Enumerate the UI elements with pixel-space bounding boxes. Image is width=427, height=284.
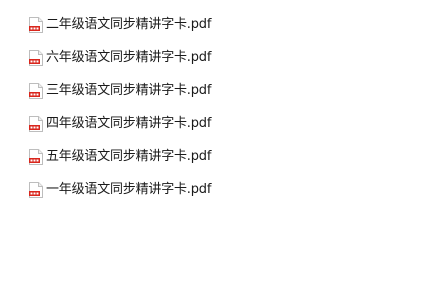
pdf-file-icon: [29, 16, 43, 33]
pdf-file-icon: [29, 181, 43, 198]
file-name: 四年级语文同步精讲字卡.pdf: [46, 115, 212, 131]
file-item[interactable]: 二年级语文同步精讲字卡.pdf: [29, 8, 211, 41]
file-item[interactable]: 三年级语文同步精讲字卡.pdf: [29, 74, 211, 107]
pdf-file-icon: [29, 148, 43, 165]
file-name: 五年级语文同步精讲字卡.pdf: [46, 148, 212, 164]
file-name: 二年级语文同步精讲字卡.pdf: [46, 16, 212, 32]
pdf-file-icon: [29, 49, 43, 66]
file-item[interactable]: 一年级语文同步精讲字卡.pdf: [29, 173, 211, 206]
file-item[interactable]: 五年级语文同步精讲字卡.pdf: [29, 140, 211, 173]
file-name: 一年级语文同步精讲字卡.pdf: [46, 181, 212, 197]
file-item[interactable]: 四年级语文同步精讲字卡.pdf: [29, 107, 211, 140]
pdf-file-icon: [29, 82, 43, 99]
file-list: 二年级语文同步精讲字卡.pdf 六年级语文同步精讲字卡.pdf 三年级语文同步精…: [29, 8, 211, 206]
pdf-file-icon: [29, 115, 43, 132]
file-name: 三年级语文同步精讲字卡.pdf: [46, 82, 212, 98]
file-name: 六年级语文同步精讲字卡.pdf: [46, 49, 212, 65]
file-item[interactable]: 六年级语文同步精讲字卡.pdf: [29, 41, 211, 74]
